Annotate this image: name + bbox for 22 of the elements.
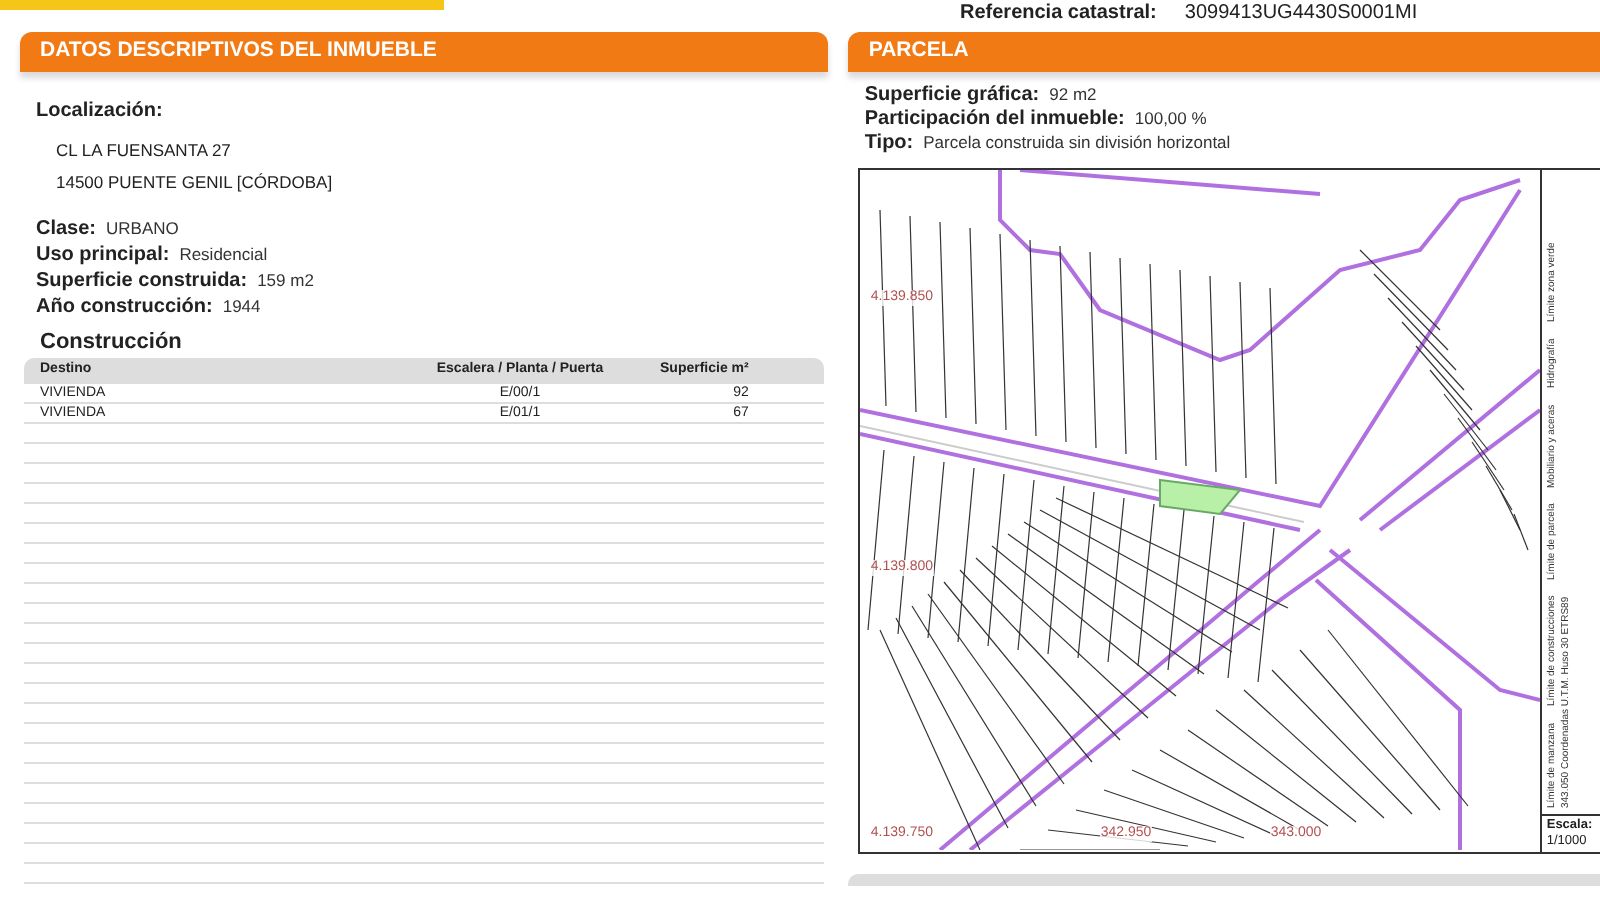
field-label: Uso principal: — [36, 241, 170, 270]
section-title: Construcción — [40, 327, 184, 358]
section-header: PARCELA — [848, 32, 1600, 72]
address-line: CL LA FUENSANTA 27 — [56, 137, 233, 164]
field-value: Residencial — [179, 241, 268, 267]
section-header: DATOS DESCRIPTIVOS DEL INMUEBLE — [20, 32, 829, 72]
address-line: 14500 PUENTE GENIL [CÓRDOBA] — [56, 169, 335, 196]
field-label: Superficie construida: — [36, 267, 248, 296]
field-value: 92 m2 — [1049, 81, 1097, 107]
field-value: 100,00 % — [1134, 105, 1207, 131]
field-label: Superficie gráfica: — [864, 81, 1040, 109]
field-value: 1944 — [222, 293, 261, 319]
reference-label: Referencia catastral: — [960, 2, 1157, 24]
field-value: 159 m2 — [257, 267, 314, 293]
field-label: Participación del inmueble: — [864, 105, 1125, 133]
field-value: URBANO — [106, 215, 179, 241]
field-label: Localización: — [36, 97, 165, 126]
field-label: Tipo: — [864, 129, 914, 158]
reference-value: 3099413UG4430S0001MI — [1184, 2, 1418, 24]
field-label: Clase: — [36, 215, 97, 244]
field-value: Parcela construida sin división horizontal — [923, 129, 1231, 155]
field-label: Año construcción: — [36, 293, 213, 322]
